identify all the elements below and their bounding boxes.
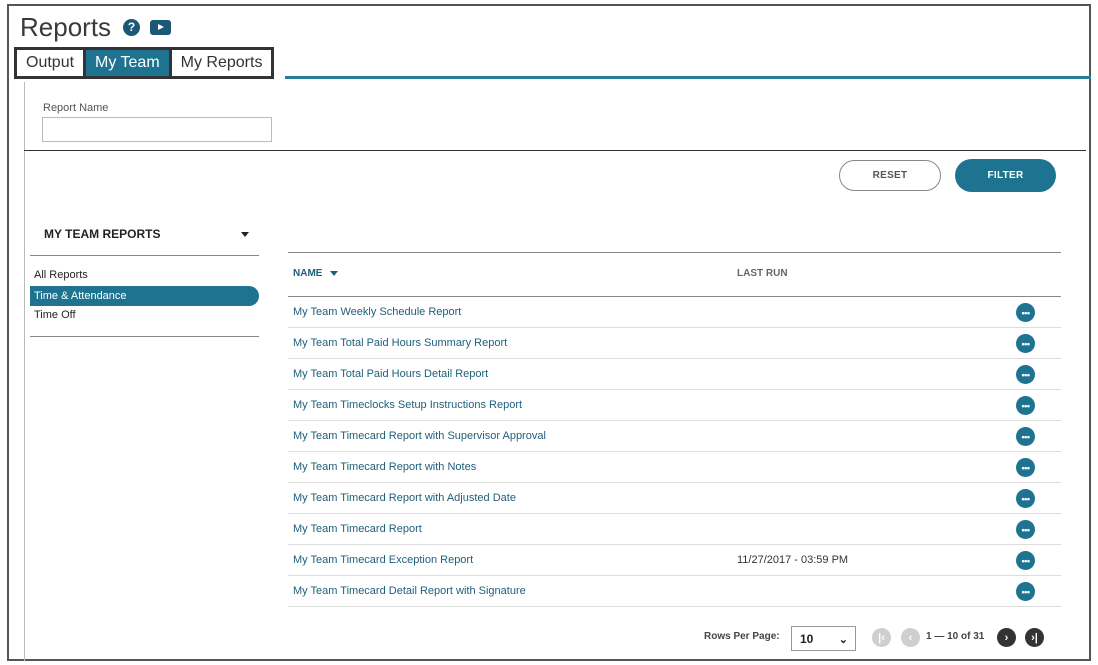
tab-my-team[interactable]: My Team — [86, 50, 169, 76]
report-tabs: Output My Team My Reports — [14, 47, 275, 79]
table-row: My Team Timecard Report with Notes ••• — [288, 452, 1061, 483]
tab-output[interactable]: Output — [17, 50, 84, 76]
ellipsis-icon[interactable]: ••• — [1016, 365, 1035, 384]
table-row: My Team Timecard Detail Report with Sign… — [288, 576, 1061, 607]
sidebar-heading-label: MY TEAM REPORTS — [44, 227, 161, 241]
filter-button[interactable]: FILTER — [955, 159, 1056, 192]
table-row: My Team Total Paid Hours Summary Report … — [288, 328, 1061, 359]
ellipsis-icon[interactable]: ••• — [1016, 303, 1035, 322]
column-header-name[interactable]: NAME — [293, 268, 339, 279]
sidebar-divider-bottom — [30, 336, 259, 337]
table-row: My Team Total Paid Hours Detail Report •… — [288, 359, 1061, 390]
ellipsis-icon[interactable]: ••• — [1016, 551, 1035, 570]
report-name-link[interactable]: My Team Total Paid Hours Detail Report — [293, 368, 488, 380]
video-play-icon[interactable] — [150, 19, 172, 35]
report-name-link[interactable]: My Team Timecard Report with Adjusted Da… — [293, 492, 516, 504]
tab-underline — [285, 76, 1091, 79]
page-title: Reports — [20, 11, 112, 42]
ellipsis-icon[interactable]: ••• — [1016, 427, 1035, 446]
ellipsis-icon[interactable]: ••• — [1016, 396, 1035, 415]
sidebar-divider-top — [30, 255, 259, 256]
table-row: My Team Weekly Schedule Report ••• — [288, 297, 1061, 328]
chevron-down-icon: ⌄ — [838, 634, 848, 646]
sidebar-item-all-reports[interactable]: All Reports — [30, 265, 259, 285]
rows-per-page-value: 10 — [800, 631, 814, 646]
question-circle-icon[interactable]: ? — [123, 18, 141, 36]
report-name-link[interactable]: My Team Timeclocks Setup Instructions Re… — [293, 399, 522, 411]
report-name-label: Report Name — [43, 102, 109, 114]
table-row: My Team Timecard Report with Supervisor … — [288, 421, 1061, 452]
ellipsis-icon[interactable]: ••• — [1016, 489, 1035, 508]
ellipsis-icon[interactable]: ••• — [1016, 582, 1035, 601]
report-name-link[interactable]: My Team Timecard Report with Notes — [293, 461, 476, 473]
column-header-name-label: NAME — [293, 268, 323, 279]
report-name-link[interactable]: My Team Weekly Schedule Report — [293, 306, 461, 318]
page-header: Reports ? — [20, 10, 172, 44]
tab-my-reports[interactable]: My Reports — [171, 50, 272, 76]
report-name-link[interactable]: My Team Timecard Exception Report — [293, 554, 473, 566]
table-top-border — [288, 252, 1061, 253]
ellipsis-icon[interactable]: ••• — [1016, 334, 1035, 353]
previous-page-icon[interactable]: ‹ — [901, 628, 920, 647]
report-name-input[interactable] — [42, 117, 272, 142]
filter-divider — [24, 150, 1086, 151]
rows-per-page-select[interactable]: 10 ⌄ — [791, 626, 856, 651]
report-name-link[interactable]: My Team Timecard Report — [293, 523, 422, 535]
reset-button[interactable]: RESET — [839, 160, 941, 191]
rows-per-page-label: Rows Per Page: — [704, 631, 780, 642]
sidebar-item-time-off[interactable]: Time Off — [30, 305, 259, 325]
next-page-icon[interactable]: › — [997, 628, 1016, 647]
report-name-link[interactable]: My Team Total Paid Hours Summary Report — [293, 337, 507, 349]
sidebar-heading[interactable]: MY TEAM REPORTS — [44, 227, 249, 241]
report-name-link[interactable]: My Team Timecard Report with Supervisor … — [293, 430, 546, 442]
page-range-count: 1 — 10 of 31 — [926, 631, 985, 642]
ellipsis-icon[interactable]: ••• — [1016, 520, 1035, 539]
sort-down-icon[interactable] — [330, 271, 339, 276]
table-row: My Team Timecard Exception Report 11/27/… — [288, 545, 1061, 576]
first-page-icon[interactable]: |‹ — [872, 628, 891, 647]
sidebar-item-time-attendance[interactable]: Time & Attendance — [30, 286, 259, 306]
caret-down-icon[interactable] — [241, 231, 249, 237]
report-name-link[interactable]: My Team Timecard Detail Report with Sign… — [293, 585, 526, 597]
table-row: My Team Timeclocks Setup Instructions Re… — [288, 390, 1061, 421]
last-page-icon[interactable]: ›| — [1025, 628, 1044, 647]
ellipsis-icon[interactable]: ••• — [1016, 458, 1035, 477]
column-header-last-run[interactable]: LAST RUN — [737, 268, 788, 279]
table-row: My Team Timecard Report with Adjusted Da… — [288, 483, 1061, 514]
last-run-value: 11/27/2017 - 03:59 PM — [737, 554, 849, 566]
table-row: My Team Timecard Report ••• — [288, 514, 1061, 545]
